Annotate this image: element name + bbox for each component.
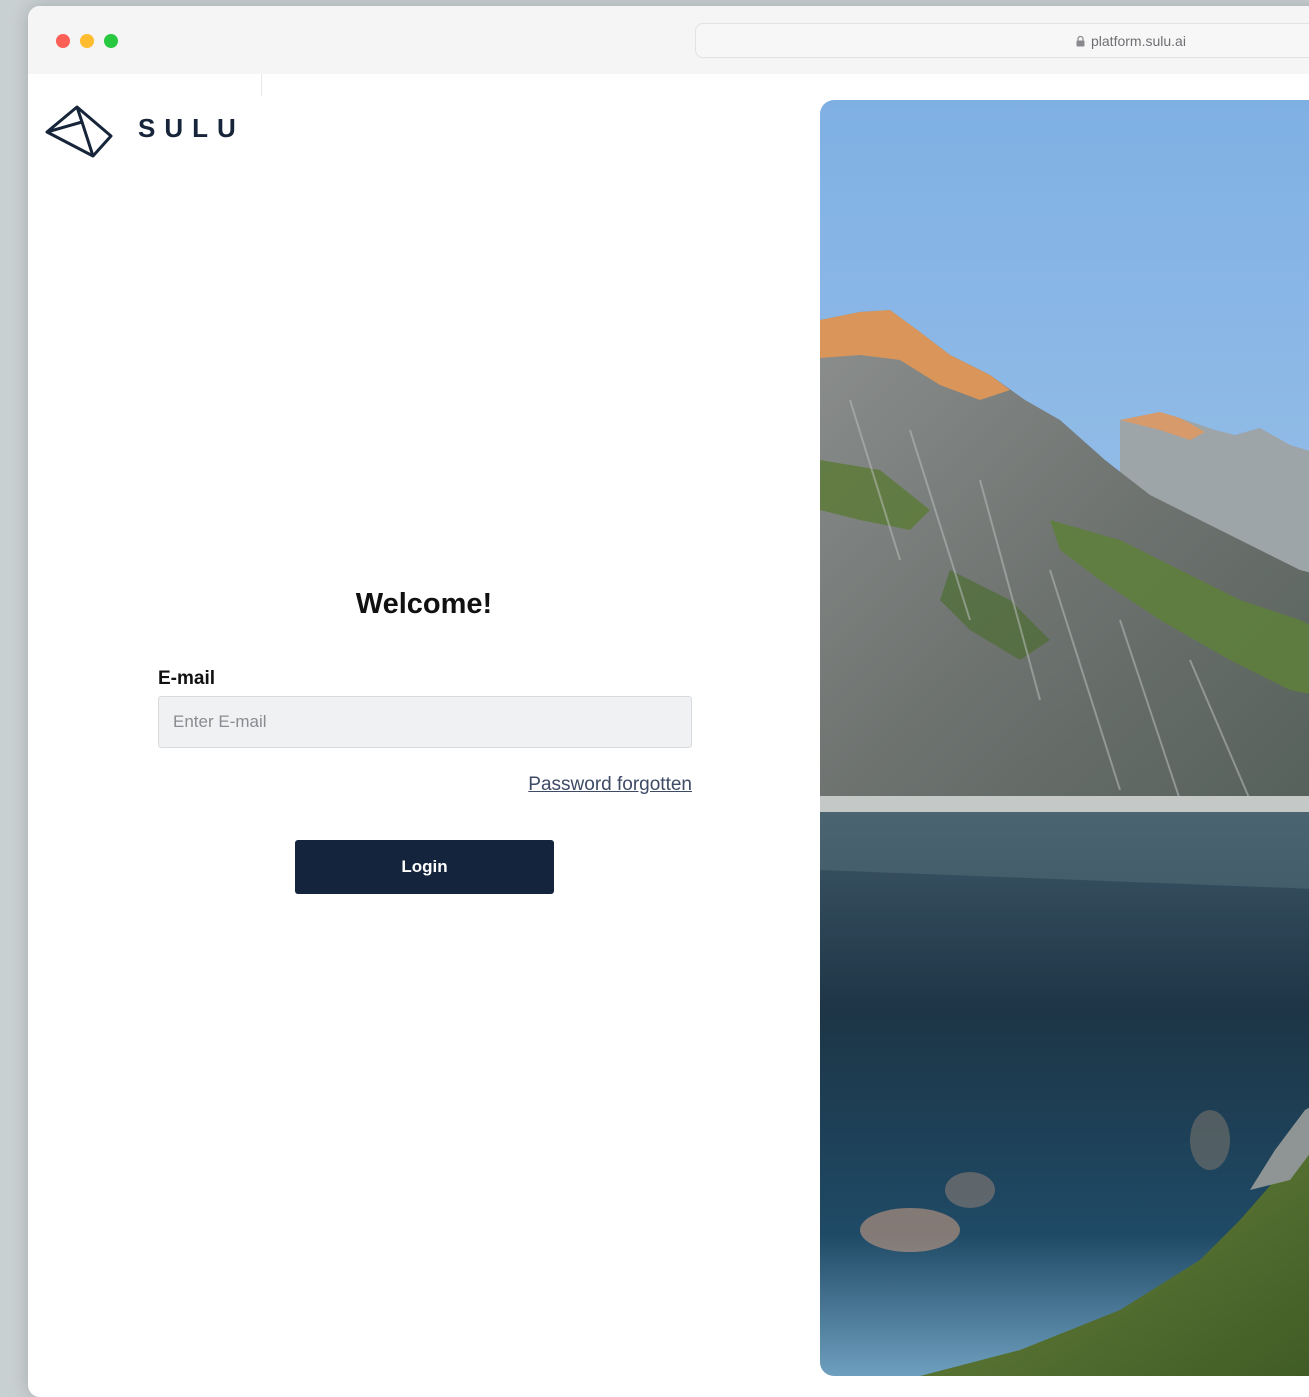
password-forgotten-link[interactable]: Password forgotten bbox=[528, 774, 692, 796]
lock-icon bbox=[1076, 36, 1085, 47]
browser-titlebar: platform.sulu.ai bbox=[28, 6, 1309, 74]
page-title: Welcome! bbox=[355, 588, 493, 620]
email-field[interactable] bbox=[158, 696, 692, 748]
maximize-window-button[interactable] bbox=[104, 34, 118, 48]
email-label: E-mail bbox=[158, 668, 216, 689]
url-text: platform.sulu.ai bbox=[1091, 33, 1186, 49]
close-window-button[interactable] bbox=[56, 34, 70, 48]
hero-image bbox=[820, 100, 1309, 1376]
divider bbox=[261, 74, 262, 96]
mountain-lake-photo-icon bbox=[820, 100, 1309, 1376]
browser-window: platform.sulu.ai SULU Welcome! E-mail Pa… bbox=[28, 6, 1309, 1397]
sulu-logo-icon bbox=[45, 105, 113, 158]
minimize-window-button[interactable] bbox=[80, 34, 94, 48]
address-bar[interactable]: platform.sulu.ai bbox=[695, 23, 1309, 58]
login-button[interactable]: Login bbox=[295, 840, 554, 894]
brand-name: SULU bbox=[138, 113, 245, 143]
